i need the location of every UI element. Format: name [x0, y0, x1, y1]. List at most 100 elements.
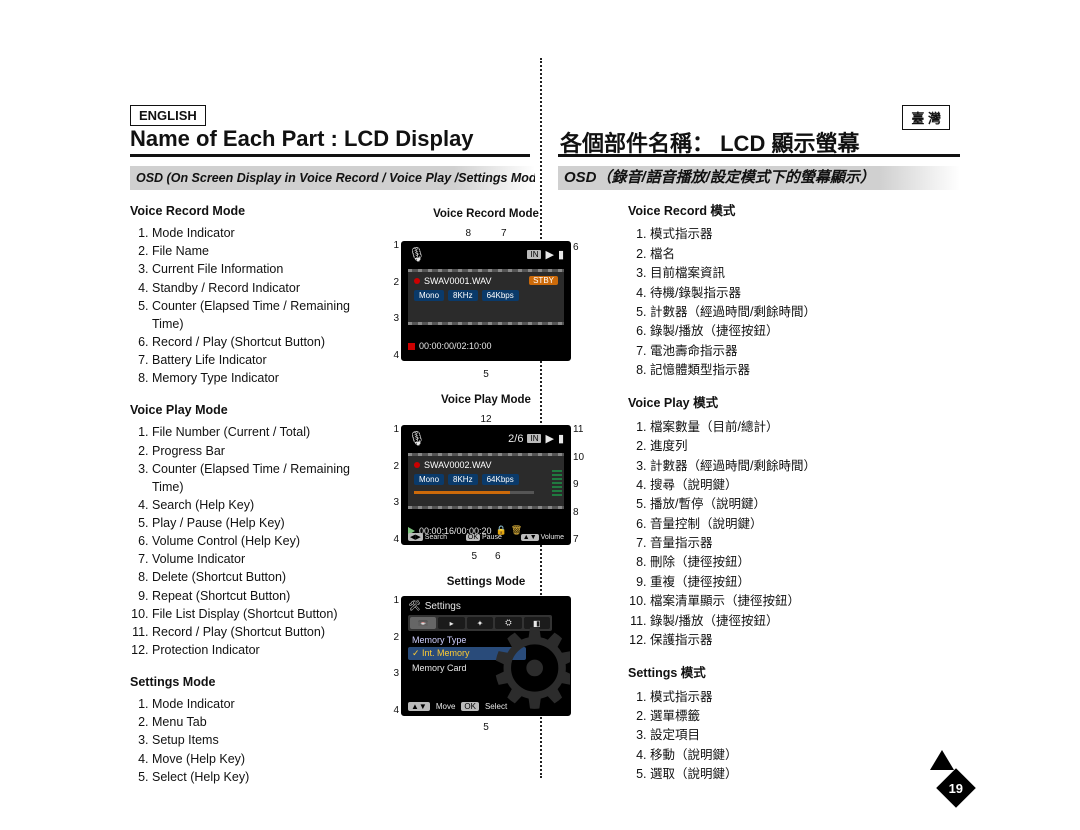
callout-number: 7: [573, 535, 587, 545]
lang-badge-taiwan: 臺 灣: [902, 105, 950, 130]
list-item: Mode Indicator: [152, 695, 375, 713]
callout-row: 5: [380, 722, 592, 733]
list-item: Protection Indicator: [152, 641, 375, 659]
list-settings-en: Mode IndicatorMenu TabSetup ItemsMove (H…: [130, 695, 375, 786]
list-item: 刪除（捷徑按鈕）: [650, 553, 878, 572]
callout-col: 1234: [385, 241, 401, 361]
help-label: Search: [425, 534, 447, 541]
list-item: Volume Indicator: [152, 550, 375, 568]
list-item: 待機/錄製指示器: [650, 284, 878, 303]
callout-number: 3: [385, 314, 399, 324]
list-item: 移動（說明鍵）: [650, 746, 878, 765]
callout-number: 10: [573, 453, 587, 463]
list-item: Record / Play (Shortcut Button): [152, 623, 375, 641]
list-item: File List Display (Shortcut Button): [152, 605, 375, 623]
callout-number: 4: [385, 535, 399, 545]
lcd-voice-play: 🎙 2/6 IN ▶ ▮ SWAV0002.WAV Mono8KHz64Kbps: [401, 425, 571, 545]
list-item: 檔案數量（目前/總計）: [650, 418, 878, 437]
help-key: OK: [461, 702, 479, 711]
settings-title: Settings: [425, 601, 461, 612]
section-head: Voice Play 模式: [628, 394, 878, 413]
lcd-caption: Voice Play Mode: [380, 394, 592, 406]
section-head: Voice Record Mode: [130, 202, 375, 220]
list-item: Counter (Elapsed Time / Remaining Time): [152, 297, 375, 333]
section-head: Settings Mode: [130, 673, 375, 691]
callout-number: 7: [501, 228, 507, 239]
menu-title: Memory Type: [408, 635, 564, 645]
list-item: 錄製/播放（捷徑按鈕）: [650, 322, 878, 341]
volume-indicator: [552, 470, 562, 496]
callout-number: 5: [483, 722, 489, 733]
list-item: 電池壽命指示器: [650, 342, 878, 361]
list-item: 音量控制（說明鍵）: [650, 515, 878, 534]
memory-indicator: IN: [527, 250, 541, 259]
callout-number: 2: [385, 633, 399, 643]
stop-icon: [408, 343, 415, 350]
lcd-caption: Settings Mode: [380, 576, 592, 588]
subtitle-en: OSD (On Screen Display in Voice Record /…: [130, 166, 535, 190]
list-item: Move (Help Key): [152, 750, 375, 768]
list-item: 設定項目: [650, 726, 878, 745]
callout-number: 3: [385, 669, 399, 679]
list-item: Menu Tab: [152, 713, 375, 731]
list-item: File Number (Current / Total): [152, 423, 375, 441]
list-item: 模式指示器: [650, 225, 878, 244]
subtitle-zh: OSD（錄音/語音播放/設定模式下的螢幕顯示）: [558, 166, 960, 190]
list-item: 搜尋（說明鍵）: [650, 476, 878, 495]
list-item: 重複（捷徑按鈕）: [650, 573, 878, 592]
callout-number: 11: [573, 425, 587, 435]
list-item: Select (Help Key): [152, 768, 375, 786]
mic-icon: 🎙: [408, 246, 426, 263]
list-item: 音量指示器: [650, 534, 878, 553]
help-bar: ▲▼Move OKSelect: [408, 702, 507, 711]
file-name-text: SWAV0002.WAV: [424, 460, 492, 470]
record-dot-icon: [414, 462, 420, 468]
list-item: 檔案清單顯示（捷徑按鈕）: [650, 592, 878, 611]
list-item: Battery Life Indicator: [152, 351, 375, 369]
file-name-text: SWAV0001.WAV: [424, 276, 492, 286]
record-dot-icon: [414, 278, 420, 284]
file-name: SWAV0002.WAV: [414, 460, 558, 470]
info-chip: Mono: [414, 474, 444, 485]
callout-number: 2: [385, 278, 399, 288]
lang-badge-english: ENGLISH: [130, 105, 206, 126]
play-icon: ▶: [545, 432, 553, 445]
callout-col: 1234: [385, 425, 401, 545]
list-item: 計數器（經過時間/剩餘時間）: [650, 303, 878, 322]
file-info-chips: Mono8KHz64Kbps: [414, 474, 558, 485]
callout-number: 8: [465, 228, 471, 239]
list-item: 進度列: [650, 437, 878, 456]
page-number-badge: 19: [936, 768, 976, 808]
callout-col: [571, 596, 587, 716]
list-item: Standby / Record Indicator: [152, 279, 375, 297]
mic-icon: 🎙: [408, 430, 426, 447]
info-chip: 64Kbps: [482, 290, 519, 301]
lcd-settings: ⚙ 🛠 Settings 📼▸✦⛭◧ Memory Type ✓ Int. Me…: [401, 596, 571, 716]
battery-icon: ▮: [558, 248, 564, 261]
list-item: 保護指示器: [650, 631, 878, 650]
list-voice-record-en: Mode IndicatorFile NameCurrent File Info…: [130, 224, 375, 387]
section-head: Voice Play Mode: [130, 401, 375, 419]
list-item: Volume Control (Help Key): [152, 532, 375, 550]
file-count: 2/6: [508, 433, 523, 445]
settings-icon: 🛠: [408, 601, 421, 612]
callout-number: 5: [471, 551, 477, 562]
info-chip: 64Kbps: [482, 474, 519, 485]
list-item: Record / Play (Shortcut Button): [152, 333, 375, 351]
progress-bar: [414, 491, 510, 494]
callout-col: 6: [571, 239, 587, 363]
list-item: Search (Help Key): [152, 496, 375, 514]
list-item: Repeat (Shortcut Button): [152, 587, 375, 605]
counter-text: 00:00:00/02:10:00: [419, 341, 492, 351]
lcd-caption: Voice Record Mode: [380, 208, 592, 220]
list-item: Setup Items: [152, 731, 375, 749]
list-voice-record-zh: 模式指示器檔名目前檔案資訊待機/錄製指示器計數器（經過時間/剩餘時間）錄製/播放…: [628, 225, 878, 380]
manual-page: ENGLISH 臺 灣 Name of Each Part : LCD Disp…: [0, 0, 1080, 830]
callout-number: 3: [385, 498, 399, 508]
list-item: 選單標籤: [650, 707, 878, 726]
list-item: Memory Type Indicator: [152, 369, 375, 387]
list-voice-play-en: File Number (Current / Total)Progress Ba…: [130, 423, 375, 659]
callout-col: 1110987: [571, 425, 587, 545]
english-column: Voice Record Mode Mode IndicatorFile Nam…: [130, 198, 375, 800]
help-key: OK: [466, 534, 480, 541]
